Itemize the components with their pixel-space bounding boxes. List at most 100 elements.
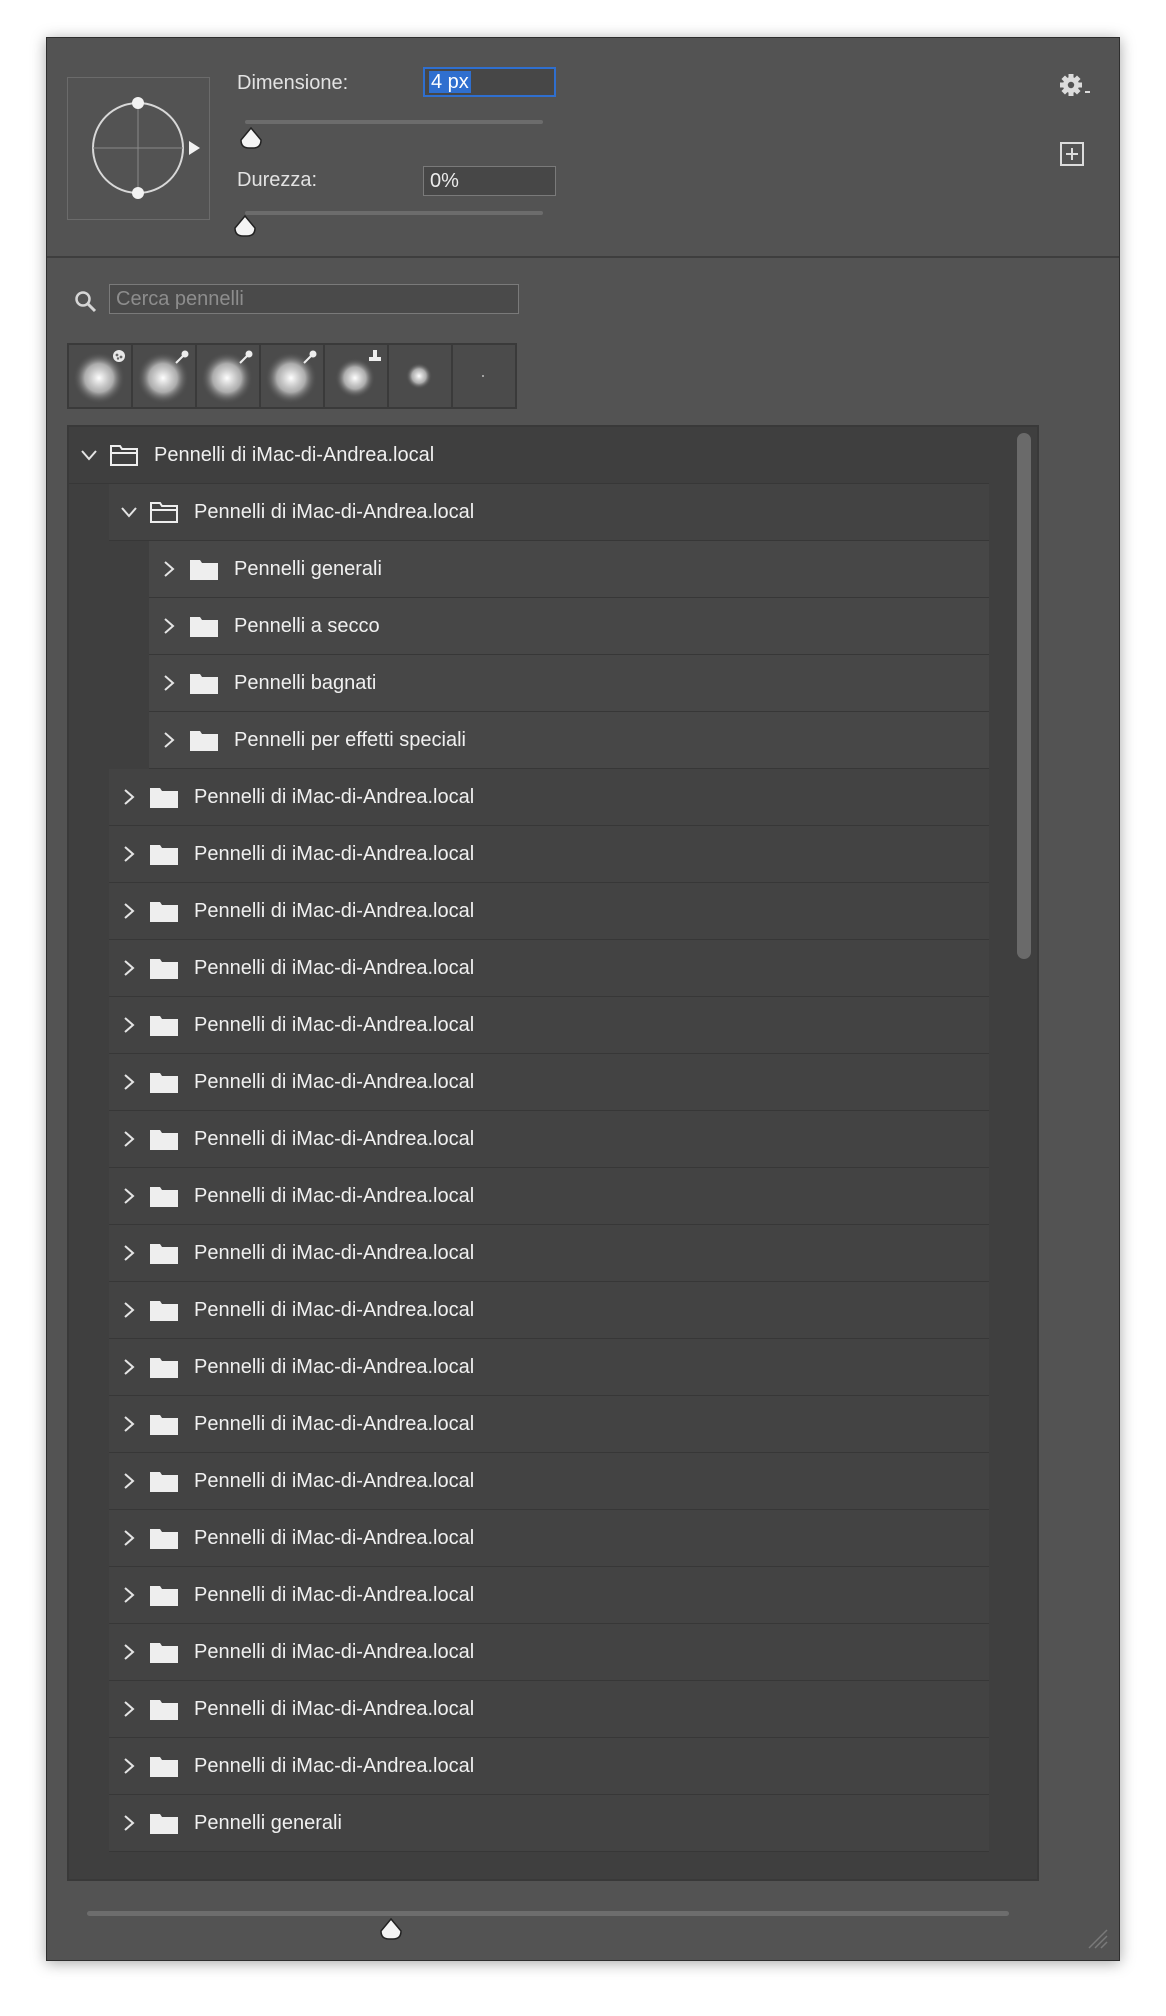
brush-folder-label: Pennelli per effetti speciali [234,728,466,751]
hardness-value[interactable]: 0% [430,170,459,192]
brush-folder-row[interactable]: Pennelli di iMac-di-Andrea.local [109,1396,989,1453]
chevron-down-icon[interactable] [79,445,99,465]
resize-grip-icon[interactable] [1085,1926,1109,1950]
chevron-right-icon[interactable] [119,1186,139,1206]
brush-angle-roundness-preview[interactable] [67,77,210,220]
folder-icon [150,1187,178,1207]
chevron-right-icon[interactable] [119,1072,139,1092]
brush-folder-row[interactable]: Pennelli generali [149,541,989,598]
hardness-slider-thumb[interactable] [233,215,257,237]
brush-folder-row[interactable]: Pennelli di iMac-di-Andrea.local [109,1339,989,1396]
hardness-slider-track[interactable] [245,211,543,215]
folder-icon [150,1244,178,1264]
folder-icon [150,1301,178,1321]
chevron-right-icon[interactable] [119,787,139,807]
chevron-right-icon[interactable] [119,1699,139,1719]
brush-folder-row[interactable]: Pennelli di iMac-di-Andrea.local [109,769,989,826]
folder-open-icon [110,445,138,466]
folder-icon [150,1529,178,1549]
folder-icon [150,1472,178,1492]
preview-size-slider-thumb[interactable] [379,1918,403,1940]
recent-brush-7[interactable] [453,345,515,407]
chevron-right-icon[interactable] [119,844,139,864]
brush-folder-row[interactable]: Pennelli di iMac-di-Andrea.local [109,1111,989,1168]
chevron-right-icon[interactable] [119,1414,139,1434]
folder-icon [190,674,218,694]
brush-folder-label: Pennelli di iMac-di-Andrea.local [194,1298,475,1321]
chevron-right-icon[interactable] [159,730,179,750]
folder-icon [190,617,218,637]
brush-folder-row[interactable]: Pennelli di iMac-di-Andrea.local [109,1168,989,1225]
brush-folder-row[interactable]: Pennelli bagnati [149,655,989,712]
preview-size-slider-track[interactable] [87,1911,1009,1916]
brush-folder-row[interactable]: Pennelli di iMac-di-Andrea.local [109,1624,989,1681]
recent-brush-2[interactable] [133,345,197,407]
folder-icon [150,1358,178,1378]
brush-folder-label: Pennelli bagnati [234,671,377,694]
chevron-right-icon[interactable] [119,1585,139,1605]
chevron-right-icon[interactable] [119,1756,139,1776]
search-brushes-input[interactable] [109,284,519,314]
gear-icon[interactable] [1059,71,1093,101]
recent-brush-4[interactable] [261,345,325,407]
brush-folder-row[interactable]: Pennelli di iMac-di-Andrea.local [109,826,989,883]
recent-brushes-strip [67,343,517,409]
recent-brush-3[interactable] [197,345,261,407]
chevron-right-icon[interactable] [119,1813,139,1833]
brush-settings-section: Dimensione: 4 px Durezza: 0% [47,38,1119,258]
brush-folder-row[interactable]: Pennelli di iMac-di-Andrea.local [109,1738,989,1795]
chevron-right-icon[interactable] [119,1129,139,1149]
chevron-right-icon[interactable] [119,1015,139,1035]
size-field[interactable]: 4 px [423,67,556,97]
tree-scrollbar[interactable] [1017,433,1031,959]
brush-folder-row[interactable]: Pennelli di iMac-di-Andrea.local [109,1510,989,1567]
chevron-right-icon[interactable] [159,559,179,579]
brush-folder-label: Pennelli di iMac-di-Andrea.local [194,899,475,922]
size-slider-track[interactable] [245,120,543,124]
recent-brush-5[interactable] [325,345,389,407]
brush-folder-row[interactable]: Pennelli di iMac-di-Andrea.local [109,997,989,1054]
folder-icon [190,731,218,751]
brush-folder-row[interactable]: Pennelli di iMac-di-Andrea.local [109,1453,989,1510]
brush-folder-row[interactable]: Pennelli di iMac-di-Andrea.local [109,940,989,997]
new-brush-preset-icon[interactable] [1059,141,1085,167]
folder-icon [150,1643,178,1663]
folder-icon [150,1016,178,1036]
size-slider-thumb[interactable] [239,127,263,149]
chevron-right-icon[interactable] [119,1300,139,1320]
brush-tip-icon [201,350,253,404]
brush-folder-label: Pennelli di iMac-di-Andrea.local [194,1241,475,1264]
chevron-right-icon[interactable] [119,958,139,978]
brush-folder-row[interactable]: Pennelli di iMac-di-Andrea.local [109,1282,989,1339]
chevron-right-icon[interactable] [159,673,179,693]
brush-folder-row[interactable]: Pennelli di iMac-di-Andrea.local [109,1225,989,1282]
recent-brush-6[interactable] [389,345,453,407]
brush-folder-row[interactable]: Pennelli di iMac-di-Andrea.local [109,1054,989,1111]
recent-brush-1[interactable] [69,345,133,407]
folder-icon [150,1814,178,1834]
chevron-right-icon[interactable] [119,1642,139,1662]
brush-folder-label: Pennelli generali [234,557,382,580]
brush-folder-row[interactable]: Pennelli di iMac-di-Andrea.local [109,1681,989,1738]
chevron-right-icon[interactable] [119,1357,139,1377]
brush-folder-row[interactable]: Pennelli a secco [149,598,989,655]
chevron-right-icon[interactable] [159,616,179,636]
brush-folder-row[interactable]: Pennelli generali [109,1795,989,1852]
hardness-field[interactable]: 0% [423,166,556,196]
brush-folder-row[interactable]: Pennelli di iMac-di-Andrea.local [109,883,989,940]
chevron-right-icon[interactable] [119,1471,139,1491]
brush-folder-row[interactable]: Pennelli di iMac-di-Andrea.local [69,427,989,484]
brush-folder-row[interactable]: Pennelli di iMac-di-Andrea.local [109,484,989,541]
chevron-right-icon[interactable] [119,1528,139,1548]
brush-folder-row[interactable]: Pennelli di iMac-di-Andrea.local [109,1567,989,1624]
hardness-label: Durezza: [237,169,318,191]
chevron-right-icon[interactable] [119,1243,139,1263]
chevron-right-icon[interactable] [119,901,139,921]
brush-folder-row[interactable]: Pennelli per effetti speciali [149,712,989,769]
brush-folder-label: Pennelli di iMac-di-Andrea.local [194,1754,475,1777]
brush-folder-label: Pennelli di iMac-di-Andrea.local [194,785,475,808]
size-value[interactable]: 4 px [429,71,471,93]
chevron-down-icon[interactable] [119,502,139,522]
folder-icon [150,1130,178,1150]
brush-folder-label: Pennelli di iMac-di-Andrea.local [154,443,435,466]
